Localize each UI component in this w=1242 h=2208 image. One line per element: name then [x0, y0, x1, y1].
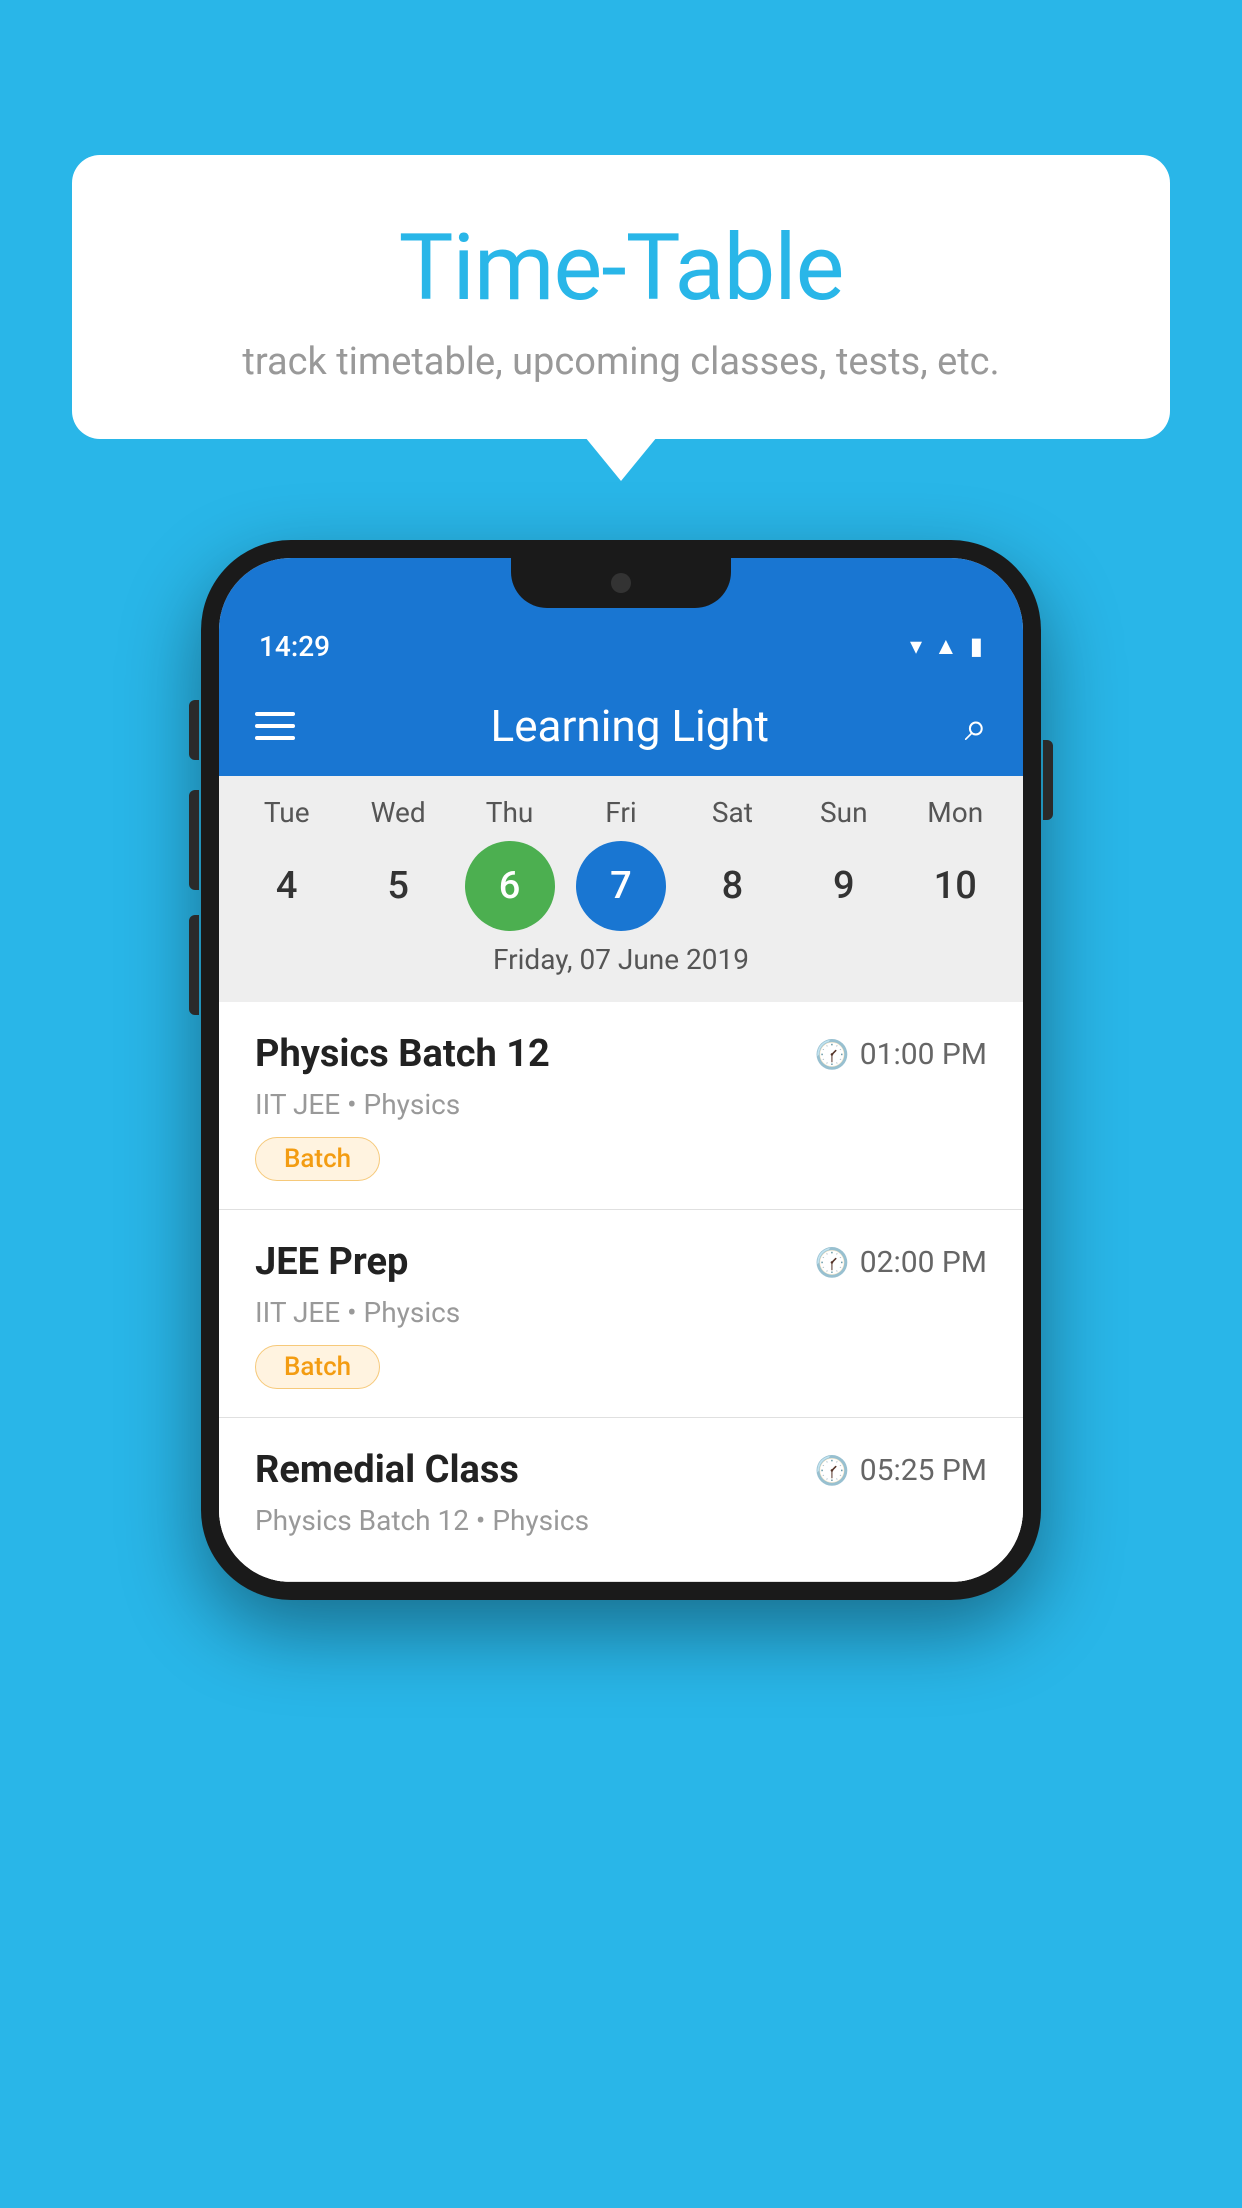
schedule-time-value-3: 05:25 PM: [860, 1453, 987, 1488]
schedule-time-3: 🕜 05:25 PM: [815, 1453, 987, 1488]
day-6-today[interactable]: 6: [465, 841, 555, 931]
status-time: 14:29: [259, 630, 330, 663]
schedule-item-1[interactable]: Physics Batch 12 🕜 01:00 PM IIT JEE • Ph…: [219, 1002, 1023, 1210]
phone-outer: 14:29 ▾ ▲ ▮ Learning Light ⌕: [201, 540, 1041, 1600]
schedule-item-2[interactable]: JEE Prep 🕜 02:00 PM IIT JEE • Physics Ba…: [219, 1210, 1023, 1418]
day-10[interactable]: 10: [910, 841, 1000, 931]
schedule-item-2-header: JEE Prep 🕜 02:00 PM: [255, 1240, 987, 1284]
day-header-sun: Sun: [799, 796, 889, 829]
day-9[interactable]: 9: [799, 841, 889, 931]
schedule-list: Physics Batch 12 🕜 01:00 PM IIT JEE • Ph…: [219, 1002, 1023, 1582]
bubble-title: Time-Table: [132, 215, 1110, 322]
schedule-time-1: 🕜 01:00 PM: [815, 1037, 987, 1072]
calendar-strip: Tue Wed Thu Fri Sat Sun Mon 4 5 6 7 8 9 …: [219, 776, 1023, 1002]
day-header-thu: Thu: [465, 796, 555, 829]
clock-icon-2: 🕜: [815, 1246, 850, 1279]
clock-icon-1: 🕜: [815, 1038, 850, 1071]
search-button[interactable]: ⌕: [965, 703, 987, 750]
wifi-icon: ▾: [910, 632, 922, 660]
day-header-wed: Wed: [353, 796, 443, 829]
day-4[interactable]: 4: [242, 841, 332, 931]
phone-screen: 14:29 ▾ ▲ ▮ Learning Light ⌕: [219, 558, 1023, 1582]
battery-icon: ▮: [970, 632, 983, 660]
signal-icon: ▲: [934, 632, 958, 661]
power-button: [1043, 740, 1053, 820]
speech-bubble: Time-Table track timetable, upcoming cla…: [72, 155, 1170, 439]
day-5[interactable]: 5: [353, 841, 443, 931]
day-headers: Tue Wed Thu Fri Sat Sun Mon: [219, 796, 1023, 829]
schedule-subtitle-1: IIT JEE • Physics: [255, 1088, 987, 1121]
app-bar: Learning Light ⌕: [219, 676, 1023, 776]
batch-tag-2: Batch: [255, 1345, 380, 1389]
mute-button: [189, 700, 199, 760]
schedule-subtitle-3: Physics Batch 12 • Physics: [255, 1504, 987, 1537]
bubble-subtitle: track timetable, upcoming classes, tests…: [132, 340, 1110, 384]
day-header-mon: Mon: [910, 796, 1000, 829]
day-numbers: 4 5 6 7 8 9 10: [219, 841, 1023, 931]
schedule-time-value-1: 01:00 PM: [860, 1037, 987, 1072]
schedule-title-1: Physics Batch 12: [255, 1032, 550, 1076]
app-title: Learning Light: [295, 700, 965, 752]
volume-down-button: [189, 915, 199, 1015]
day-header-tue: Tue: [242, 796, 332, 829]
schedule-title-3: Remedial Class: [255, 1448, 519, 1492]
schedule-time-value-2: 02:00 PM: [860, 1245, 987, 1280]
day-8[interactable]: 8: [687, 841, 777, 931]
schedule-item-3-header: Remedial Class 🕜 05:25 PM: [255, 1448, 987, 1492]
status-icons: ▾ ▲ ▮: [910, 632, 983, 661]
phone-mockup: 14:29 ▾ ▲ ▮ Learning Light ⌕: [201, 540, 1041, 1600]
status-bar: 14:29 ▾ ▲ ▮: [219, 608, 1023, 676]
camera: [611, 573, 631, 593]
day-7-selected[interactable]: 7: [576, 841, 666, 931]
selected-date-label: Friday, 07 June 2019: [219, 931, 1023, 992]
phone-notch: [511, 558, 731, 608]
hamburger-menu[interactable]: [255, 712, 295, 740]
volume-up-button: [189, 790, 199, 890]
schedule-title-2: JEE Prep: [255, 1240, 408, 1284]
schedule-time-2: 🕜 02:00 PM: [815, 1245, 987, 1280]
schedule-subtitle-2: IIT JEE • Physics: [255, 1296, 987, 1329]
day-header-sat: Sat: [687, 796, 777, 829]
batch-tag-1: Batch: [255, 1137, 380, 1181]
day-header-fri: Fri: [576, 796, 666, 829]
schedule-item-3[interactable]: Remedial Class 🕜 05:25 PM Physics Batch …: [219, 1418, 1023, 1582]
clock-icon-3: 🕜: [815, 1454, 850, 1487]
schedule-item-1-header: Physics Batch 12 🕜 01:00 PM: [255, 1032, 987, 1076]
speech-bubble-section: Time-Table track timetable, upcoming cla…: [72, 155, 1170, 439]
